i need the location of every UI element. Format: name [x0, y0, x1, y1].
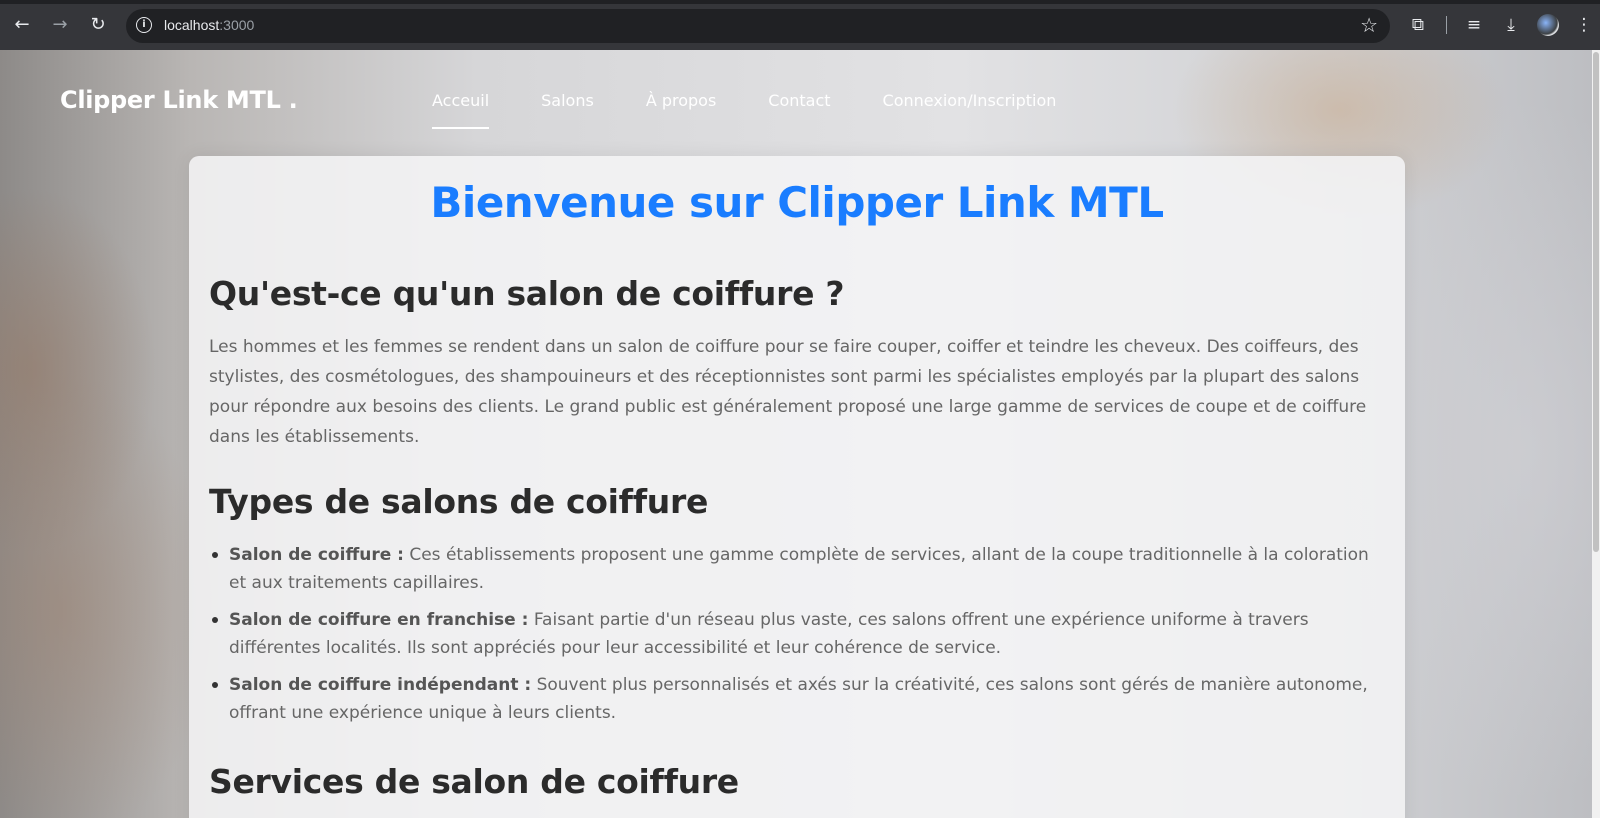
extensions-icon[interactable]: ⧉ — [1406, 13, 1430, 37]
section-heading-services: Services de salon de coiffure — [209, 762, 739, 801]
list-item-term: Salon de coiffure indépendant : — [229, 675, 532, 695]
url-port: :3000 — [219, 17, 255, 33]
nav-link-contact[interactable]: Contact — [768, 91, 830, 120]
list-item-term: Salon de coiffure : — [229, 545, 404, 565]
address-bar[interactable]: i localhost:3000 ☆ — [126, 9, 1390, 43]
list-item: Salon de coiffure indépendant : Souvent … — [212, 671, 1379, 727]
url-text[interactable]: localhost:3000 — [164, 17, 254, 33]
site-logo[interactable]: Clipper Link MTL . — [60, 86, 298, 114]
profile-avatar[interactable] — [1537, 14, 1559, 36]
main-nav: Acceuil Salons À propos Contact Connexio… — [432, 91, 1108, 129]
page-title: Bienvenue sur Clipper Link MTL — [430, 178, 1164, 227]
section-heading-types: Types de salons de coiffure — [209, 482, 709, 521]
back-icon[interactable]: ← — [10, 13, 34, 37]
nav-link-a-propos[interactable]: À propos — [646, 91, 716, 120]
bookmark-star-icon[interactable]: ☆ — [1360, 13, 1378, 37]
page-scrollbar[interactable] — [1592, 50, 1600, 818]
browser-toolbar: ← → ↻ i localhost:3000 ☆ ⧉ ≡ ⤓ ⋮ — [0, 0, 1600, 50]
section-heading-what-is: Qu'est-ce qu'un salon de coiffure ? — [209, 274, 845, 313]
tab-strip — [0, 0, 1600, 4]
forward-icon[interactable]: → — [48, 13, 72, 37]
list-item: Salon de coiffure en franchise : Faisant… — [212, 606, 1379, 662]
site-info-icon[interactable]: i — [136, 17, 152, 33]
media-queue-icon[interactable]: ≡ — [1462, 13, 1486, 37]
content-card: Bienvenue sur Clipper Link MTL Qu'est-ce… — [189, 156, 1405, 818]
toolbar-separator — [1446, 16, 1447, 34]
section-text-what-is: Les hommes et les femmes se rendent dans… — [209, 337, 1367, 447]
download-icon[interactable]: ⤓ — [1499, 13, 1523, 37]
scrollbar-thumb[interactable] — [1593, 52, 1599, 552]
nav-link-connexion[interactable]: Connexion/Inscription — [883, 91, 1057, 120]
list-item: Salon de coiffure : Ces établissements p… — [212, 541, 1379, 597]
menu-kebab-icon[interactable]: ⋮ — [1572, 13, 1596, 37]
nav-link-acceuil[interactable]: Acceuil — [432, 91, 490, 129]
list-item-term: Salon de coiffure en franchise : — [229, 610, 529, 630]
reload-icon[interactable]: ↻ — [86, 13, 110, 37]
page-viewport: Clipper Link MTL . Acceuil Salons À prop… — [0, 50, 1592, 818]
salon-types-list: Salon de coiffure : Ces établissements p… — [212, 541, 1379, 736]
nav-link-salons[interactable]: Salons — [541, 91, 594, 120]
url-host: localhost — [164, 17, 220, 33]
